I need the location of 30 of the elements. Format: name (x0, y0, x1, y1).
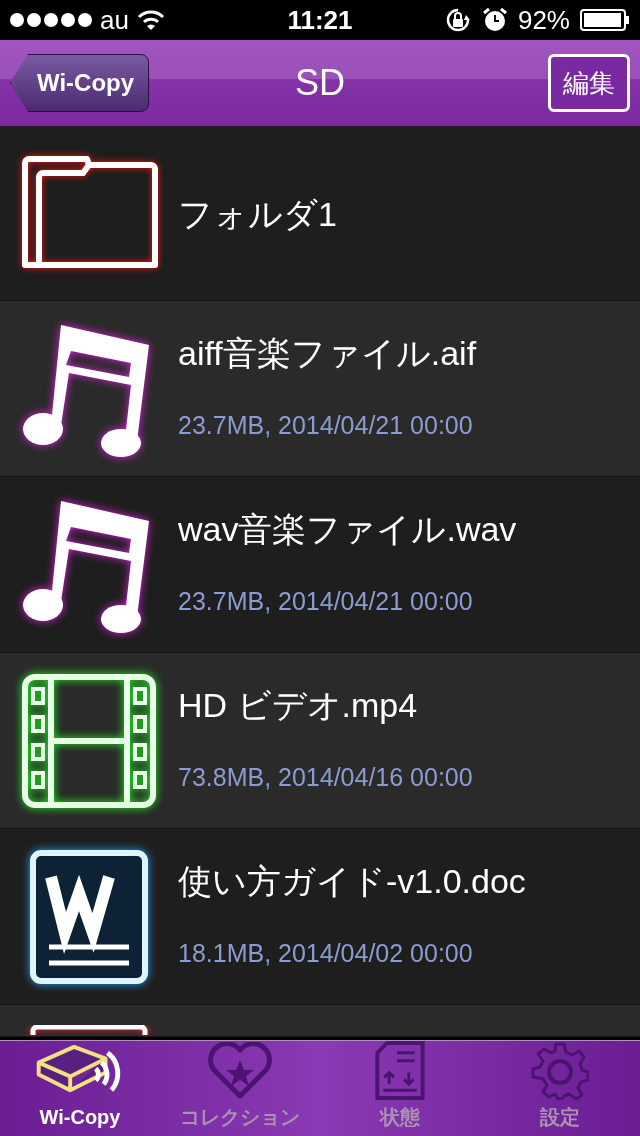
battery-icon (580, 9, 630, 31)
file-row[interactable]: aiff音楽ファイル.aif 23.7MB, 2014/04/21 00:00 (0, 301, 640, 477)
carrier-name: au (100, 3, 129, 37)
file-row[interactable]: HD ビデオ.mp4 73.8MB, 2014/04/16 00:00 (0, 653, 640, 829)
file-row[interactable]: wav音楽ファイル.wav 23.7MB, 2014/04/21 00:00 (0, 477, 640, 653)
file-name: wav音楽ファイル.wav (178, 508, 517, 549)
film-strip-icon (21, 672, 157, 809)
clock-time: 11:21 (287, 3, 353, 37)
file-name: HD ビデオ.mp4 (178, 684, 419, 725)
word-document-icon (29, 848, 149, 985)
file-info: 73.8MB, 2014/04/16 00:00 (178, 761, 473, 793)
file-info: 23.7MB, 2014/04/21 00:00 (178, 585, 474, 617)
tab-button[interactable]: Wi-Copy (0, 1041, 160, 1136)
back-button[interactable]: Wi-Copy (10, 54, 150, 112)
alarm-icon (481, 7, 508, 33)
battery-percent: 92% (517, 3, 570, 37)
heart-star-icon (208, 1042, 272, 1100)
file-name: フォルダ1 (178, 194, 337, 234)
nav-title: SD (295, 61, 345, 105)
file-name: aiff音楽ファイル.aif (178, 332, 477, 373)
file-info: 18.1MB, 2014/04/02 00:00 (178, 937, 474, 969)
file-name: 使い方ガイド-v1.0.doc (178, 860, 526, 901)
wifi-icon (136, 9, 165, 31)
gear-icon (531, 1042, 589, 1100)
file-info: 23.7MB, 2014/04/21 00:00 (178, 409, 474, 441)
file-row[interactable]: 使い方ガイド-v1.0.doc 18.1MB, 2014/04/02 00:00 (0, 829, 640, 1005)
file-row[interactable]: フォルダ1 (0, 128, 640, 301)
signal-icon (10, 13, 92, 27)
edit-button[interactable]: 編集 (548, 54, 630, 112)
document-arrows-icon (375, 1041, 425, 1100)
